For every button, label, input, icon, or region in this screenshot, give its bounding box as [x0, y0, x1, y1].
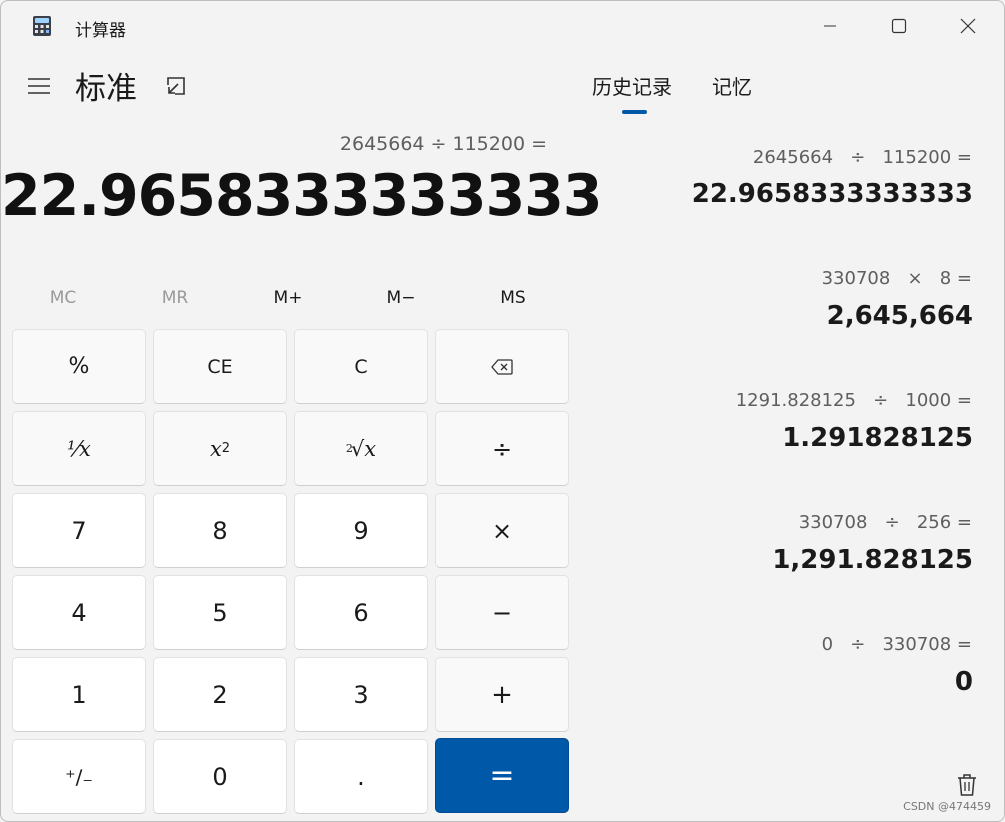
hamburger-icon — [28, 78, 50, 94]
memory-subtract-button[interactable]: M− — [351, 288, 451, 308]
window-title: 计算器 — [75, 21, 126, 41]
maximize-icon — [891, 18, 907, 34]
percent-button[interactable]: % — [12, 329, 146, 404]
history-item-4-expression[interactable]: 330708 ÷ 256 = — [799, 512, 972, 533]
digit-3-button[interactable]: 3 — [294, 657, 428, 732]
square-exponent-label: 2 — [221, 441, 231, 456]
clear-button[interactable]: C — [294, 329, 428, 404]
history-item-5-expression[interactable]: 0 ÷ 330708 = — [822, 634, 972, 655]
calculator-window: 计算器 标准 历史记录 记忆 2645664 ÷ 115200 = 22.965… — [0, 0, 1005, 822]
history-item-5-result[interactable]: 0 — [955, 667, 973, 697]
digit-9-button[interactable]: 9 — [294, 493, 428, 568]
memory-recall-button[interactable]: MR — [125, 288, 225, 308]
clear-history-button[interactable] — [954, 771, 980, 799]
digit-1-button[interactable]: 1 — [12, 657, 146, 732]
reciprocal-button[interactable]: ⅟x — [12, 411, 146, 486]
minus-button[interactable]: − — [435, 575, 569, 650]
history-item-4-result[interactable]: 1,291.828125 — [772, 545, 973, 575]
plus-button[interactable]: + — [435, 657, 569, 732]
history-item-3-result[interactable]: 1.291828125 — [782, 423, 973, 453]
mode-title: 标准 — [75, 71, 137, 107]
square-root-button[interactable]: 2 √x — [294, 411, 428, 486]
multiply-button[interactable]: × — [435, 493, 569, 568]
minimize-icon — [824, 25, 836, 27]
reciprocal-label: ⅟x — [67, 436, 91, 461]
digit-5-button[interactable]: 5 — [153, 575, 287, 650]
digit-0-button[interactable]: 0 — [153, 739, 287, 814]
digit-6-button[interactable]: 6 — [294, 575, 428, 650]
memory-store-button[interactable]: MS — [463, 288, 563, 308]
current-expression: 2645664 ÷ 115200 = — [339, 133, 547, 155]
tab-memory[interactable]: 记忆 — [712, 71, 752, 100]
digit-7-button[interactable]: 7 — [12, 493, 146, 568]
minimize-button[interactable] — [807, 9, 853, 43]
calculator-app-icon — [32, 15, 52, 37]
watermark: CSDN @474459 — [903, 800, 991, 813]
history-item-1-expression[interactable]: 2645664 ÷ 115200 = — [753, 147, 972, 168]
backspace-icon — [491, 358, 513, 375]
maximize-button[interactable] — [876, 9, 922, 43]
square-base-label: x — [209, 436, 222, 461]
close-button[interactable] — [945, 9, 991, 43]
history-item-3-expression[interactable]: 1291.828125 ÷ 1000 = — [736, 390, 972, 411]
equals-button[interactable]: = — [435, 738, 569, 813]
history-item-2-expression[interactable]: 330708 × 8 = — [822, 268, 972, 289]
navigation-menu-button[interactable] — [25, 73, 53, 99]
digit-8-button[interactable]: 8 — [153, 493, 287, 568]
backspace-button[interactable] — [435, 329, 569, 404]
memory-add-button[interactable]: M+ — [238, 288, 338, 308]
active-tab-indicator — [622, 110, 647, 114]
memory-clear-button[interactable]: MC — [13, 288, 113, 308]
digit-4-button[interactable]: 4 — [12, 575, 146, 650]
result-display: 22.9658333333333 — [1, 163, 603, 229]
digit-2-button[interactable]: 2 — [153, 657, 287, 732]
divide-button[interactable]: ÷ — [435, 411, 569, 486]
root-label: √x — [350, 436, 377, 461]
history-item-2-result[interactable]: 2,645,664 — [827, 301, 973, 331]
tab-history[interactable]: 历史记录 — [592, 71, 672, 100]
history-item-1-result[interactable]: 22.9658333333333 — [692, 179, 973, 209]
close-icon — [960, 18, 976, 34]
square-button[interactable]: x2 — [153, 411, 287, 486]
keep-on-top-button[interactable] — [161, 71, 191, 101]
keep-on-top-icon — [167, 77, 185, 95]
decimal-button[interactable]: . — [294, 739, 428, 814]
negate-button[interactable]: ⁺∕₋ — [12, 739, 146, 814]
trash-icon — [958, 774, 976, 796]
clear-entry-button[interactable]: CE — [153, 329, 287, 404]
